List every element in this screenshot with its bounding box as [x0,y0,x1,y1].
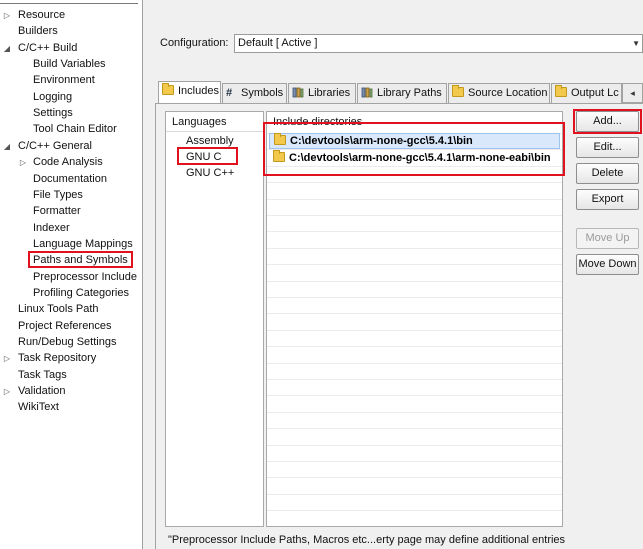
expand-arrow-closed-icon[interactable]: ▷ [18,155,28,170]
grid-line [267,297,562,298]
highlight-add-button [573,109,642,134]
tab-libraries[interactable]: Libraries [288,83,356,103]
tab-symbols[interactable]: # Symbols [222,83,287,103]
grid-line [267,493,562,495]
source-folder-icon [452,85,464,97]
library-icon [361,86,373,98]
configuration-select[interactable]: Default [ Active ] ▼ [234,34,643,53]
hash-icon: # [226,87,233,99]
tab-label: Symbols [241,87,284,99]
move-down-button[interactable]: Move Down [576,254,639,275]
grid-line [267,379,562,380]
library-icon [292,86,304,98]
tree-item-code-analysis[interactable]: Code Analysis [33,155,103,170]
tab-library-paths[interactable]: Library Paths [357,83,447,103]
language-item-gnu-cpp[interactable]: GNU C++ [186,167,234,179]
properties-tree[interactable]: ▷ Resource Builders ◢ C/C++ Build Build Varia… [0,0,143,549]
move-up-button[interactable]: Move Up [576,228,639,249]
tab-label: Output Lc [571,87,619,99]
expand-arrow-closed-icon[interactable]: ▷ [2,8,12,23]
tree-item-preprocessor-include[interactable]: Preprocessor Include [33,270,137,285]
footnote-text: "Preprocessor Include Paths, Macros etc.… [168,534,566,546]
tree-item-c-c-general[interactable]: C/C++ General [18,139,92,154]
delete-button[interactable]: Delete [576,163,639,184]
grid-line [267,264,562,266]
tree-item-documentation[interactable]: Documentation [33,172,107,187]
configuration-value: Default [ Active ] [238,37,318,49]
grid-line [267,231,562,233]
tree-item-build-variables[interactable]: Build Variables [33,57,106,72]
tab-label: Library Paths [377,87,442,99]
tree-item-logging[interactable]: Logging [33,90,72,105]
grid-line [267,510,562,512]
tree-item-builders[interactable]: Builders [18,24,58,39]
export-button[interactable]: Export [576,189,639,210]
page-title-cutoff [150,0,643,6]
grid-line [267,329,562,331]
highlight-include-directories [263,122,565,176]
grid-line [267,215,562,216]
tree-item-validation[interactable]: Validation [18,384,66,399]
expand-arrow-closed-icon[interactable]: ▷ [2,351,12,366]
grid-line [267,280,562,282]
tree-item-linux-tools-path[interactable]: Linux Tools Path [18,302,99,317]
tree-item-indexer[interactable]: Indexer [33,221,70,236]
grid-line [267,477,562,479]
tree-item-c-c-build[interactable]: C/C++ Build [18,41,77,56]
grid-line [267,346,562,348]
configuration-label: Configuration: [160,37,229,49]
tab-source-location[interactable]: Source Location [448,83,550,103]
grid-line [267,461,562,462]
grid-line [267,362,562,364]
tree-item-resource[interactable]: Resource [18,8,65,23]
tree-item-formatter[interactable]: Formatter [33,204,81,219]
tab-label: Source Location [468,87,548,99]
expand-arrow-open-icon[interactable]: ◢ [2,41,12,56]
tree-item-profiling-categories[interactable]: Profiling Categories [33,286,129,301]
grid-line [267,182,562,184]
tree-item-environment[interactable]: Environment [33,73,95,88]
tab-scroll-left-icon[interactable]: ◂ [622,83,643,103]
tree-item-file-types[interactable]: File Types [33,188,83,203]
highlight-gnu-c [177,147,238,165]
tree-item-task-tags[interactable]: Task Tags [18,368,67,383]
folder-icon [162,83,174,95]
languages-list[interactable]: Languages Assembly GNU C GNU C++ [165,111,264,527]
tree-item-language-mappings[interactable]: Language Mappings [33,237,133,252]
tree-top-divider [0,0,138,4]
highlight-paths-and-symbols [28,251,133,268]
edit-button[interactable]: Edit... [576,137,639,158]
expand-arrow-open-icon[interactable]: ◢ [2,139,12,154]
tree-item-wikitext[interactable]: WikiText [18,400,59,415]
grid-line [267,247,562,249]
tree-item-settings[interactable]: Settings [33,106,73,121]
tab-label: Includes [178,85,219,97]
grid-line [267,411,562,413]
grid-line [267,313,562,315]
grid-line [267,444,562,446]
expand-arrow-closed-icon[interactable]: ▷ [2,384,12,399]
tab-output-location[interactable]: Output Lc [551,83,622,103]
tree-item-tool-chain-editor[interactable]: Tool Chain Editor [33,122,117,137]
grid-line [267,198,562,200]
chevron-down-icon[interactable]: ▼ [632,35,640,52]
languages-header-divider [166,131,263,132]
tab-label: Libraries [308,87,351,99]
languages-header: Languages [172,116,227,128]
grid-line [267,395,562,397]
language-item-assembly[interactable]: Assembly [186,135,234,147]
tab-includes[interactable]: Includes [158,81,221,103]
tree-item-run-debug-settings[interactable]: Run/Debug Settings [18,335,116,350]
tree-item-project-references[interactable]: Project References [18,319,112,334]
tree-item-task-repository[interactable]: Task Repository [18,351,96,366]
grid-line [267,428,562,430]
output-folder-icon [555,85,567,97]
